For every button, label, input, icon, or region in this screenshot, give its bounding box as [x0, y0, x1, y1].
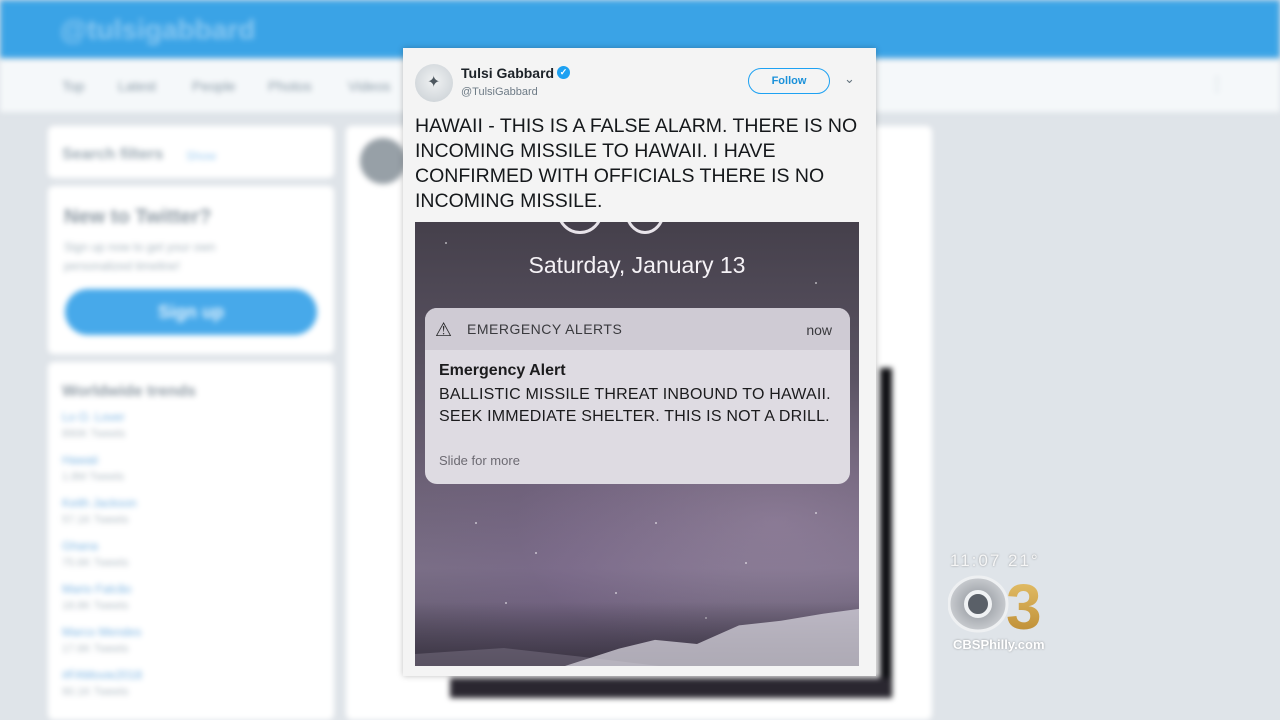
nav-tab-photos[interactable]: Photos	[268, 78, 312, 94]
notification-title: Emergency Alert	[439, 362, 566, 379]
new-to-twitter-title: New to Twitter?	[64, 206, 212, 228]
nav-tab-top[interactable]: Top	[62, 78, 85, 94]
trend-item[interactable]: Hawaii 1.8M Tweets	[62, 453, 124, 483]
notification-time: now	[806, 322, 832, 338]
search-filters-title: Search filters	[62, 146, 164, 163]
trend-item[interactable]: Marco Mendes 17.6K Tweets	[62, 625, 141, 655]
broadcast-time: 11:07 21°	[950, 551, 1040, 570]
tweet-photo[interactable]: Saturday, January 13 ⚠ EMERGENCY ALERTS …	[415, 222, 859, 666]
emergency-alert-notification[interactable]: ⚠ EMERGENCY ALERTS now Emergency Alert B…	[425, 308, 850, 484]
channel-number: 3	[1006, 574, 1042, 634]
tweet-handle[interactable]: @TulsiGabbard	[461, 86, 538, 98]
cbs-eye-logo: 3	[948, 574, 1042, 634]
background-handle: @tulsigabbard	[60, 14, 256, 45]
tweet-card: ✦ Tulsi Gabbard ✓ @TulsiGabbard Follow ⌄…	[403, 48, 876, 676]
background-avatar	[360, 138, 406, 184]
trend-item[interactable]: #FAMovie2018 90.1K Tweets	[62, 668, 142, 698]
background-photo-edge	[880, 368, 892, 698]
signup-button[interactable]: Sign up	[65, 289, 317, 335]
notification-slide-hint: Slide for more	[439, 453, 520, 468]
avatar[interactable]: ✦	[415, 64, 453, 102]
lockscreen-date: Saturday, January 13	[528, 252, 746, 278]
tweet-text: HAWAII - THIS IS A FALSE ALARM. THERE IS…	[415, 115, 858, 212]
new-to-twitter-text: Sign up now to get your own personalized…	[64, 240, 216, 273]
person-icon: ✦	[427, 74, 441, 91]
nav-tab-latest[interactable]: Latest	[118, 78, 156, 94]
tweet-display-name[interactable]: Tulsi Gabbard	[461, 65, 554, 81]
search-filters-show-link[interactable]: Show	[186, 149, 216, 163]
nav-tab-people[interactable]: People	[192, 78, 236, 94]
follow-button[interactable]: Follow	[748, 68, 830, 94]
clock-digit-partial	[557, 222, 603, 234]
trend-item[interactable]: Ghana 75.6K Tweets	[62, 539, 128, 569]
chevron-down-icon[interactable]: ⌄	[844, 71, 855, 87]
verified-badge-icon: ✓	[557, 66, 570, 79]
trend-item[interactable]: Keith Jackson 57.1K Tweets	[62, 496, 137, 526]
trends-title: Worldwide trends	[62, 383, 196, 400]
background-photo-bottom	[450, 678, 890, 698]
station-website: CBSPhilly.com	[953, 637, 1045, 652]
more-icon[interactable]: ⋮	[1208, 74, 1226, 95]
clock-digit-partial	[625, 222, 665, 234]
nav-tab-videos[interactable]: Videos	[348, 78, 391, 94]
warning-icon: ⚠	[435, 320, 453, 341]
trend-item[interactable]: Lo O. Lover 890K Tweets	[62, 410, 125, 440]
notification-app-name: EMERGENCY ALERTS	[467, 321, 623, 337]
notification-body: BALLISTIC MISSILE THREAT INBOUND TO HAWA…	[439, 386, 831, 425]
trend-item[interactable]: Mario Falcão 18.8K Tweets	[62, 582, 131, 612]
